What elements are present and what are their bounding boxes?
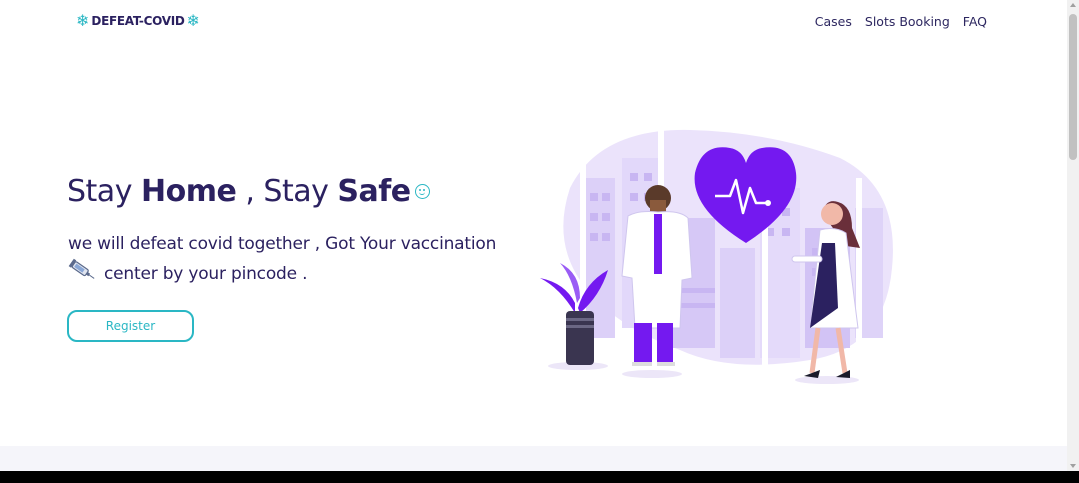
brand-logo[interactable]: ❄ DEFEAT-COVID ❄ bbox=[76, 12, 200, 30]
scroll-thumb[interactable] bbox=[1069, 14, 1077, 160]
page: ❄ DEFEAT-COVID ❄ Cases Slots Booking FAQ… bbox=[0, 0, 1067, 471]
headline-text: Stay bbox=[67, 174, 141, 209]
scroll-down-icon[interactable] bbox=[1070, 464, 1076, 468]
snowflake-icon: ❄ bbox=[186, 11, 200, 30]
hero-subtitle: we will defeat covid together , Got Your… bbox=[68, 232, 523, 291]
subtitle-line-1: we will defeat covid together , Got Your… bbox=[68, 234, 497, 254]
brand-name: DEFEAT-COVID bbox=[91, 14, 185, 28]
subtitle-line-2-wrapper: center by your pincode . bbox=[68, 257, 523, 291]
headline-text: , Stay bbox=[236, 174, 338, 209]
snowflake-icon: ❄ bbox=[76, 11, 90, 30]
nav-link-cases[interactable]: Cases bbox=[815, 14, 852, 29]
headline-emphasis-home: Home bbox=[140, 174, 237, 209]
nav-link-faq[interactable]: FAQ bbox=[963, 14, 987, 29]
register-button[interactable]: Register bbox=[67, 310, 194, 342]
scroll-up-icon[interactable] bbox=[1070, 3, 1076, 7]
smiley-icon bbox=[414, 184, 430, 199]
hero-headline: Stay Home , Stay Safe bbox=[67, 174, 430, 209]
top-nav: Cases Slots Booking FAQ bbox=[815, 14, 987, 29]
next-section-strip bbox=[0, 446, 1067, 471]
doctors-heart-illustration bbox=[530, 118, 910, 390]
nav-link-slots-booking[interactable]: Slots Booking bbox=[865, 14, 950, 29]
syringe-icon bbox=[68, 257, 102, 291]
headline-emphasis-safe: Safe bbox=[337, 174, 411, 209]
vertical-scrollbar[interactable] bbox=[1067, 0, 1079, 471]
subtitle-line-2: center by your pincode . bbox=[104, 264, 308, 284]
